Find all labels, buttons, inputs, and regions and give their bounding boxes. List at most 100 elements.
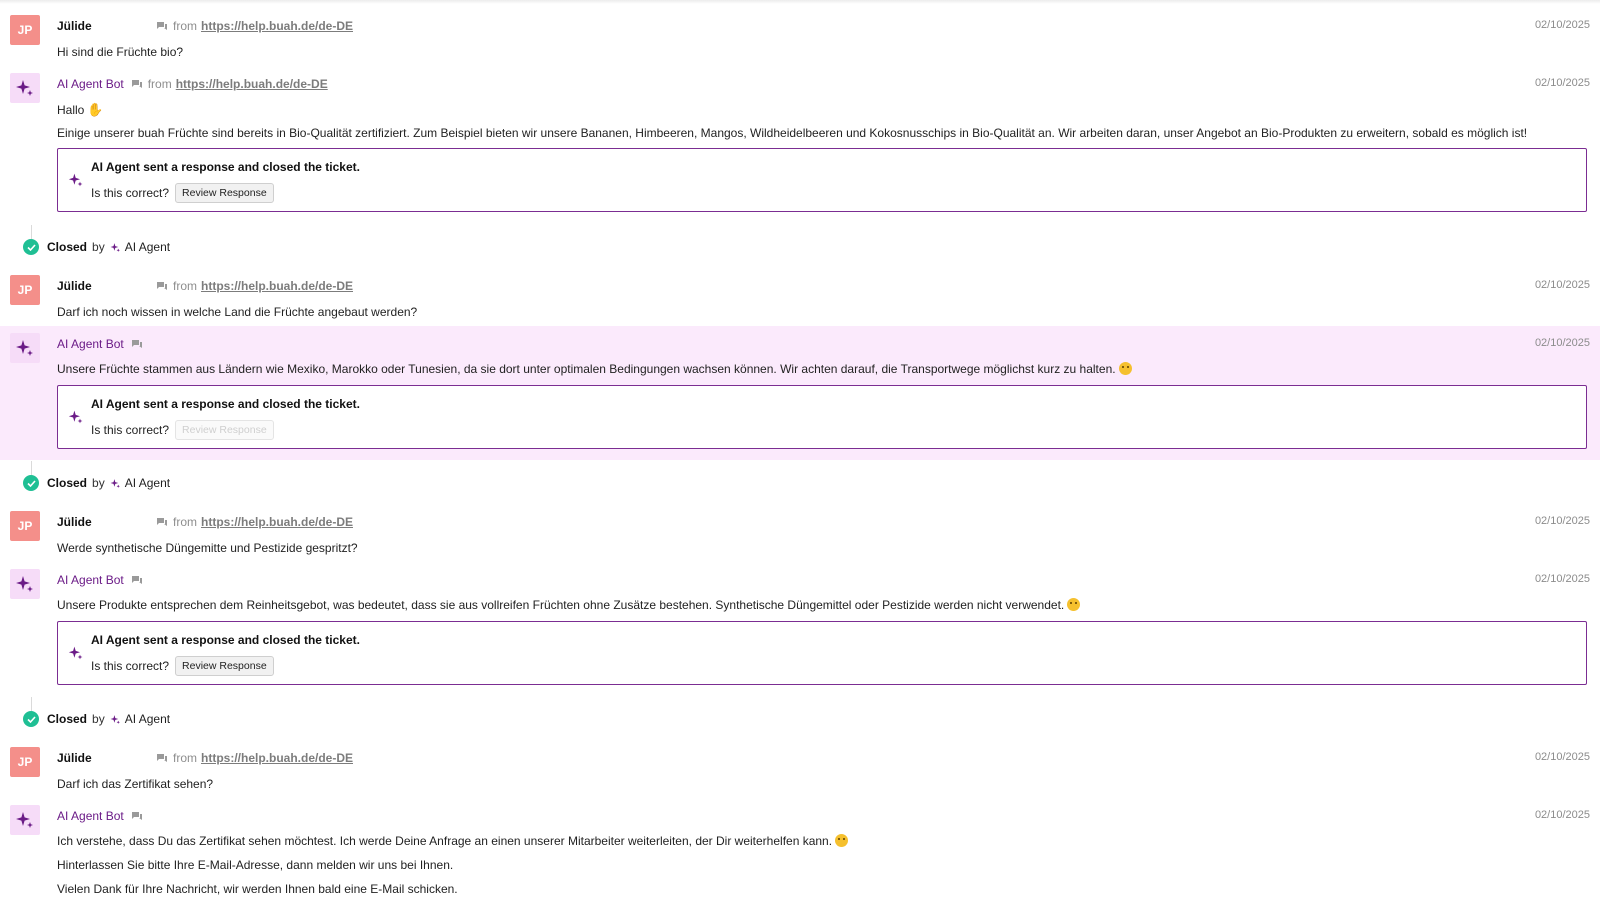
avatar: JP: [10, 511, 40, 541]
sparkle-icon: [16, 340, 33, 356]
message-header: Jülide from https://help.buah.de/de-DE: [57, 514, 353, 530]
message-user: JP Jülide from https://help.buah.de/de-D…: [0, 511, 1600, 561]
channel-info: from https://help.buah.de/de-DE: [157, 515, 353, 529]
message-date: 02/10/2025: [1534, 279, 1590, 291]
sparkle-icon: [110, 478, 120, 488]
check-icon: [23, 711, 39, 727]
message-user: JP Jülide from https://help.buah.de/de-D…: [0, 747, 1600, 797]
author-name[interactable]: Jülide: [57, 515, 157, 529]
chat-icon: [157, 517, 167, 526]
avatar: [10, 73, 40, 103]
author-name[interactable]: Jülide: [57, 19, 157, 33]
avatar: [10, 569, 40, 599]
smiley-icon: [1067, 598, 1081, 611]
avatar: JP: [10, 747, 40, 777]
channel-info: from https://help.buah.de/de-DE: [131, 77, 328, 91]
message-text: Hi sind die Früchte bio?: [57, 45, 184, 59]
message-date: 02/10/2025: [1534, 573, 1590, 585]
message-text: Unsere Früchte stammen aus Ländern wie M…: [57, 362, 1132, 376]
review-response-button[interactable]: Review Response: [175, 183, 274, 203]
message-text: Einige unserer buah Früchte sind bereits…: [57, 126, 1528, 140]
card-question: Is this correct? Review Response: [91, 183, 274, 203]
timeline-line: [31, 461, 32, 475]
author-name[interactable]: AI Agent Bot: [57, 809, 124, 823]
message-date: 02/10/2025: [1534, 19, 1590, 31]
channel-info: [131, 339, 148, 349]
check-icon: [23, 239, 39, 255]
message-text: Werde synthetische Düngemitte und Pestiz…: [57, 541, 358, 555]
message-text: Darf ich noch wissen in welche Land die …: [57, 305, 418, 319]
timeline-line: [31, 225, 32, 239]
card-title: AI Agent sent a response and closed the …: [91, 160, 360, 174]
message-text: Unsere Produkte entsprechen dem Reinheit…: [57, 598, 1081, 612]
message-header: Jülide from https://help.buah.de/de-DE: [57, 278, 353, 294]
ai-response-card: AI Agent sent a response and closed the …: [57, 385, 1587, 449]
avatar: [10, 805, 40, 835]
message-text: Vielen Dank für Ihre Nachricht, wir werd…: [57, 882, 458, 896]
chat-icon: [157, 753, 167, 762]
message-user: JP Jülide from https://help.buah.de/de-D…: [0, 15, 1600, 65]
smiley-icon: [1118, 362, 1132, 375]
sparkle-icon: [68, 173, 83, 187]
channel-info: [131, 575, 148, 585]
chat-icon: [131, 811, 142, 820]
card-question: Is this correct? Review Response: [91, 420, 274, 440]
chat-icon: [157, 21, 167, 30]
author-name[interactable]: Jülide: [57, 751, 157, 765]
message-bot: AI Agent Bot 02/10/2025 Ich verstehe, da…: [0, 805, 1600, 915]
avatar: [10, 333, 40, 363]
ai-response-card: AI Agent sent a response and closed the …: [57, 148, 1587, 212]
chat-icon: [131, 339, 142, 348]
author-name[interactable]: Jülide: [57, 279, 157, 293]
source-link[interactable]: https://help.buah.de/de-DE: [201, 515, 353, 529]
message-bot: AI Agent Bot from https://help.buah.de/d…: [0, 73, 1600, 223]
check-icon: [23, 475, 39, 491]
ai-response-card: AI Agent sent a response and closed the …: [57, 621, 1587, 685]
sparkle-icon: [16, 80, 33, 96]
author-name[interactable]: AI Agent Bot: [57, 573, 124, 587]
message-text: Hinterlassen Sie bitte Ihre E-Mail-Adres…: [57, 858, 454, 872]
message-header: AI Agent Bot from https://help.buah.de/d…: [57, 76, 328, 92]
message-bot: AI Agent Bot 02/10/2025 Unsere Produkte …: [0, 569, 1600, 689]
sparkle-icon: [16, 812, 33, 828]
message-header: AI Agent Bot: [57, 572, 148, 588]
chat-icon: [131, 575, 142, 584]
channel-info: from https://help.buah.de/de-DE: [157, 279, 353, 293]
chat-icon: [131, 79, 142, 88]
author-name[interactable]: AI Agent Bot: [57, 77, 124, 91]
avatar: JP: [10, 275, 40, 305]
source-link[interactable]: https://help.buah.de/de-DE: [176, 77, 328, 91]
source-link[interactable]: https://help.buah.de/de-DE: [201, 19, 353, 33]
sparkle-icon: [16, 576, 33, 592]
review-response-button[interactable]: Review Response: [175, 656, 274, 676]
message-header: AI Agent Bot: [57, 808, 148, 824]
message-date: 02/10/2025: [1534, 515, 1590, 527]
smiley-icon: [835, 834, 849, 847]
sparkle-icon: [68, 410, 83, 424]
message-date: 02/10/2025: [1534, 337, 1590, 349]
avatar: JP: [10, 15, 40, 45]
source-link[interactable]: https://help.buah.de/de-DE: [201, 751, 353, 765]
message-date: 02/10/2025: [1534, 751, 1590, 763]
waving-hand-icon: ✋: [87, 102, 104, 117]
source-link[interactable]: https://help.buah.de/de-DE: [201, 279, 353, 293]
closed-event: Closed by AI Agent: [23, 238, 170, 256]
message-text: Darf ich das Zertifikat sehen?: [57, 777, 214, 791]
message-date: 02/10/2025: [1534, 809, 1590, 821]
sparkle-icon: [110, 714, 120, 724]
channel-info: [131, 811, 148, 821]
closed-event: Closed by AI Agent: [23, 474, 170, 492]
sparkle-icon: [68, 646, 83, 660]
chat-icon: [157, 281, 167, 290]
card-title: AI Agent sent a response and closed the …: [91, 633, 360, 647]
timeline-line: [31, 697, 32, 711]
review-response-button: Review Response: [175, 420, 274, 440]
channel-info: from https://help.buah.de/de-DE: [157, 751, 353, 765]
message-text: Ich verstehe, dass Du das Zertifikat seh…: [57, 834, 849, 848]
card-question: Is this correct? Review Response: [91, 656, 274, 676]
message-user: JP Jülide from https://help.buah.de/de-D…: [0, 275, 1600, 325]
channel-info: from https://help.buah.de/de-DE: [157, 19, 353, 33]
top-divider: [0, 0, 1600, 4]
message-bot-highlighted: AI Agent Bot 02/10/2025 Unsere Früchte s…: [0, 326, 1600, 460]
author-name[interactable]: AI Agent Bot: [57, 337, 124, 351]
